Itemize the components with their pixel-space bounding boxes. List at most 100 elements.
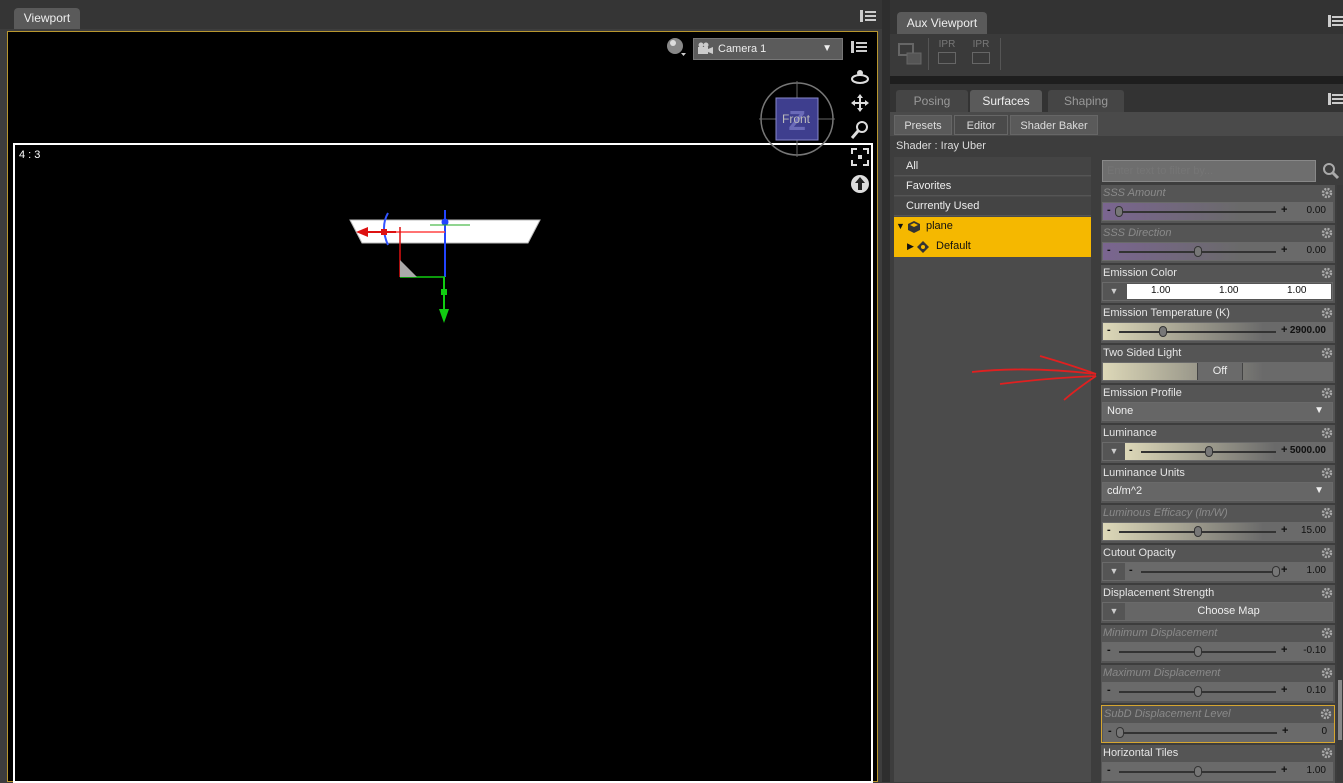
decrement-icon[interactable]: -	[1129, 444, 1133, 456]
increment-icon[interactable]: +	[1281, 524, 1287, 536]
increment-icon[interactable]: +	[1282, 725, 1288, 737]
slider-subd-displacement-level[interactable]: - + 0	[1103, 723, 1334, 742]
decrement-icon[interactable]: -	[1107, 764, 1111, 776]
pane-splitter[interactable]	[882, 0, 890, 782]
chevron-down-icon[interactable]: ▼	[1103, 443, 1125, 460]
slider-sss-amount[interactable]: - + 0.00	[1102, 202, 1333, 221]
prop-value[interactable]: 5000.00	[1290, 445, 1326, 456]
prop-value[interactable]: 0.00	[1307, 245, 1326, 256]
toggle-value[interactable]: Off	[1197, 363, 1243, 380]
gear-icon[interactable]	[1321, 587, 1333, 599]
color-picker-emission[interactable]: ▼ 1.00 1.00 1.00	[1102, 282, 1333, 301]
select-emission-profile[interactable]: None ▼	[1102, 402, 1333, 421]
ipr-button[interactable]: IPR	[932, 39, 962, 69]
slider-knob[interactable]	[1272, 566, 1280, 577]
slider-emission-temperature[interactable]: - + 2900.00	[1102, 322, 1333, 341]
slider-knob[interactable]	[1115, 206, 1123, 217]
slider-knob[interactable]	[1193, 686, 1202, 697]
choose-map-button[interactable]: Choose Map	[1125, 603, 1332, 620]
tab-editor[interactable]: Editor	[954, 115, 1008, 135]
gear-icon[interactable]	[1321, 267, 1333, 279]
increment-icon[interactable]: +	[1281, 764, 1287, 776]
slider-sss-direction[interactable]: - + 0.00	[1102, 242, 1333, 261]
tab-shader-baker[interactable]: Shader Baker	[1010, 115, 1098, 135]
slider-knob[interactable]	[1193, 646, 1202, 657]
slider-horizontal-tiles[interactable]: - + 1.00	[1102, 762, 1333, 781]
prop-value[interactable]: 2900.00	[1290, 325, 1326, 336]
prop-value[interactable]: 0.00	[1307, 205, 1326, 216]
increment-icon[interactable]: +	[1281, 244, 1287, 256]
tab-posing[interactable]: Posing	[896, 90, 968, 112]
gear-icon[interactable]	[1321, 667, 1333, 679]
color-b-value[interactable]: 1.00	[1287, 285, 1306, 296]
slider-knob[interactable]	[1158, 326, 1167, 337]
gear-icon[interactable]	[1321, 187, 1333, 199]
decrement-icon[interactable]: -	[1108, 725, 1112, 737]
map-displacement-strength[interactable]: ▼ Choose Map	[1102, 602, 1333, 621]
ipr-play-button[interactable]: IPR	[966, 39, 996, 69]
gear-icon[interactable]	[1321, 547, 1333, 559]
color-g-value[interactable]: 1.00	[1219, 285, 1238, 296]
render-to-window-icon[interactable]	[897, 41, 923, 67]
select-luminance-units[interactable]: cd/m^2 ▼	[1102, 482, 1333, 501]
tab-aux-viewport[interactable]: Aux Viewport	[897, 12, 987, 34]
color-r-value[interactable]: 1.00	[1151, 285, 1170, 296]
tab-viewport[interactable]: Viewport	[14, 8, 80, 29]
tree-node-plane[interactable]: ▼ plane	[894, 217, 1091, 237]
view-cube[interactable]: Z Front	[758, 80, 836, 158]
gear-icon[interactable]	[1321, 427, 1333, 439]
slider-knob[interactable]	[1193, 526, 1202, 537]
prop-value[interactable]: 0	[1321, 726, 1327, 737]
pan-icon[interactable]	[850, 93, 870, 113]
slider-maximum-displacement[interactable]: - + 0.10	[1102, 682, 1333, 701]
prop-value[interactable]: 15.00	[1301, 525, 1326, 536]
prop-value[interactable]: 1.00	[1307, 565, 1326, 576]
scrollbar-thumb[interactable]	[1338, 680, 1342, 740]
filter-input[interactable]	[1102, 160, 1316, 182]
toggle-two-sided-light[interactable]: Off	[1102, 362, 1333, 381]
tree-item-all[interactable]: All	[894, 157, 1091, 176]
tab-surfaces[interactable]: Surfaces	[970, 90, 1042, 112]
slider-knob[interactable]	[1204, 446, 1213, 457]
slider-knob[interactable]	[1193, 766, 1202, 777]
slider-luminance[interactable]: ▼ - + 5000.00	[1102, 442, 1333, 461]
decrement-icon[interactable]: -	[1107, 524, 1111, 536]
increment-icon[interactable]: +	[1281, 204, 1287, 216]
decrement-icon[interactable]: -	[1107, 204, 1111, 216]
prop-value[interactable]: -0.10	[1303, 645, 1326, 656]
gear-icon[interactable]	[1321, 507, 1333, 519]
color-swatch[interactable]: 1.00 1.00 1.00	[1127, 284, 1331, 299]
draw-style-sphere-icon[interactable]	[666, 37, 686, 57]
expand-down-icon[interactable]: ▼	[896, 217, 905, 236]
gear-icon[interactable]	[1321, 627, 1333, 639]
chevron-down-icon[interactable]: ▼	[1103, 603, 1125, 620]
increment-icon[interactable]: +	[1281, 564, 1287, 576]
decrement-icon[interactable]: -	[1107, 244, 1111, 256]
pane-menu-icon[interactable]	[1328, 14, 1343, 28]
gear-icon[interactable]	[1321, 387, 1333, 399]
orbit-icon[interactable]	[850, 66, 870, 86]
slider-knob[interactable]	[1116, 727, 1124, 738]
slider-minimum-displacement[interactable]: - + -0.10	[1102, 642, 1333, 661]
gear-icon[interactable]	[1321, 347, 1333, 359]
slider-cutout-opacity[interactable]: ▼ - + 1.00	[1102, 562, 1333, 581]
gear-icon[interactable]	[1321, 467, 1333, 479]
expand-right-icon[interactable]: ▶	[907, 237, 914, 256]
prop-value[interactable]: 0.10	[1307, 685, 1326, 696]
scene-plane-with-gizmo[interactable]	[340, 205, 550, 330]
decrement-icon[interactable]: -	[1107, 324, 1111, 336]
pane-menu-icon[interactable]	[1328, 92, 1343, 106]
tab-shaping[interactable]: Shaping	[1048, 90, 1124, 112]
zoom-icon[interactable]	[850, 120, 870, 140]
decrement-icon[interactable]: -	[1107, 644, 1111, 656]
tree-node-default[interactable]: ▶ Default	[894, 237, 1091, 257]
decrement-icon[interactable]: -	[1129, 564, 1133, 576]
prop-value[interactable]: 1.00	[1307, 765, 1326, 776]
decrement-icon[interactable]: -	[1107, 684, 1111, 696]
gear-icon[interactable]	[1321, 307, 1333, 319]
gear-icon[interactable]	[1321, 747, 1333, 759]
gear-icon[interactable]	[1321, 227, 1333, 239]
tree-item-currently-used[interactable]: Currently Used	[894, 197, 1091, 216]
camera-select[interactable]: Camera 1 ▼	[693, 38, 843, 60]
viewport-menu-icon[interactable]	[851, 40, 868, 54]
